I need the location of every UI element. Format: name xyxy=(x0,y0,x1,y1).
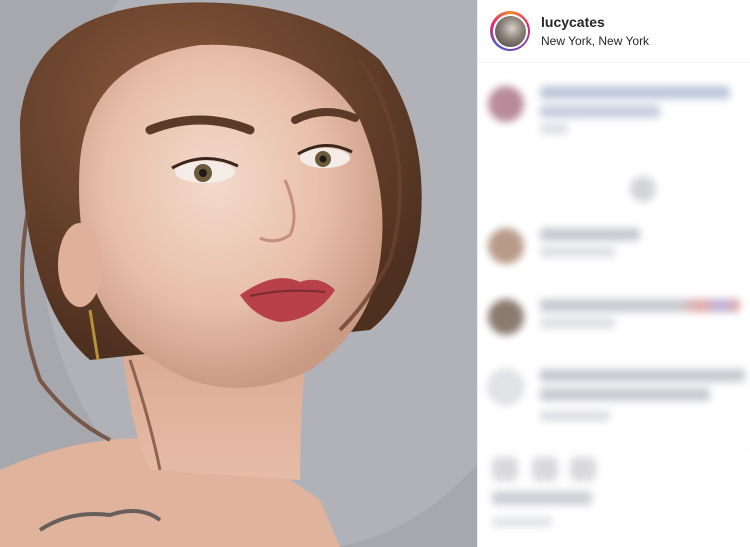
comment-lines xyxy=(540,369,745,427)
avatar[interactable] xyxy=(488,86,524,122)
plus-circle-icon xyxy=(630,176,656,202)
list-item xyxy=(488,86,730,140)
post-photo[interactable] xyxy=(0,0,477,547)
blurred-text xyxy=(540,86,730,99)
header-meta: lucycates New York, New York xyxy=(541,13,649,49)
share-icon[interactable] xyxy=(570,457,596,481)
blurred-text xyxy=(540,247,615,257)
instagram-post: lucycates New York, New York xyxy=(0,0,750,547)
likes-count xyxy=(492,491,592,505)
post-header: lucycates New York, New York xyxy=(478,0,750,63)
username-link[interactable]: lucycates xyxy=(541,13,649,31)
list-item xyxy=(488,228,640,264)
blurred-text xyxy=(540,388,710,401)
load-more-button[interactable] xyxy=(630,176,656,202)
blurred-text xyxy=(540,105,660,118)
avatar[interactable] xyxy=(488,228,524,264)
blurred-text xyxy=(540,299,740,312)
post-timestamp xyxy=(492,517,552,527)
blurred-text xyxy=(540,411,610,421)
blurred-text xyxy=(540,228,640,241)
portrait-illustration xyxy=(0,0,477,547)
list-item xyxy=(488,299,740,335)
avatar[interactable] xyxy=(488,299,524,335)
comment-lines xyxy=(540,228,640,264)
avatar-frame xyxy=(492,13,528,49)
list-item xyxy=(488,369,745,427)
post-sidebar: lucycates New York, New York xyxy=(477,0,750,547)
blurred-text xyxy=(540,369,745,382)
avatar[interactable] xyxy=(490,11,530,51)
blurred-text xyxy=(540,124,568,134)
post-actions xyxy=(478,446,750,547)
comment-lines xyxy=(540,299,740,335)
location-link[interactable]: New York, New York xyxy=(541,33,649,49)
profile-photo-icon xyxy=(494,15,526,47)
comment-lines xyxy=(540,86,730,140)
blurred-text xyxy=(540,318,615,328)
comment-icon[interactable] xyxy=(532,457,558,481)
avatar[interactable] xyxy=(488,369,524,405)
comments-list xyxy=(478,64,750,444)
heart-icon[interactable] xyxy=(492,457,518,481)
